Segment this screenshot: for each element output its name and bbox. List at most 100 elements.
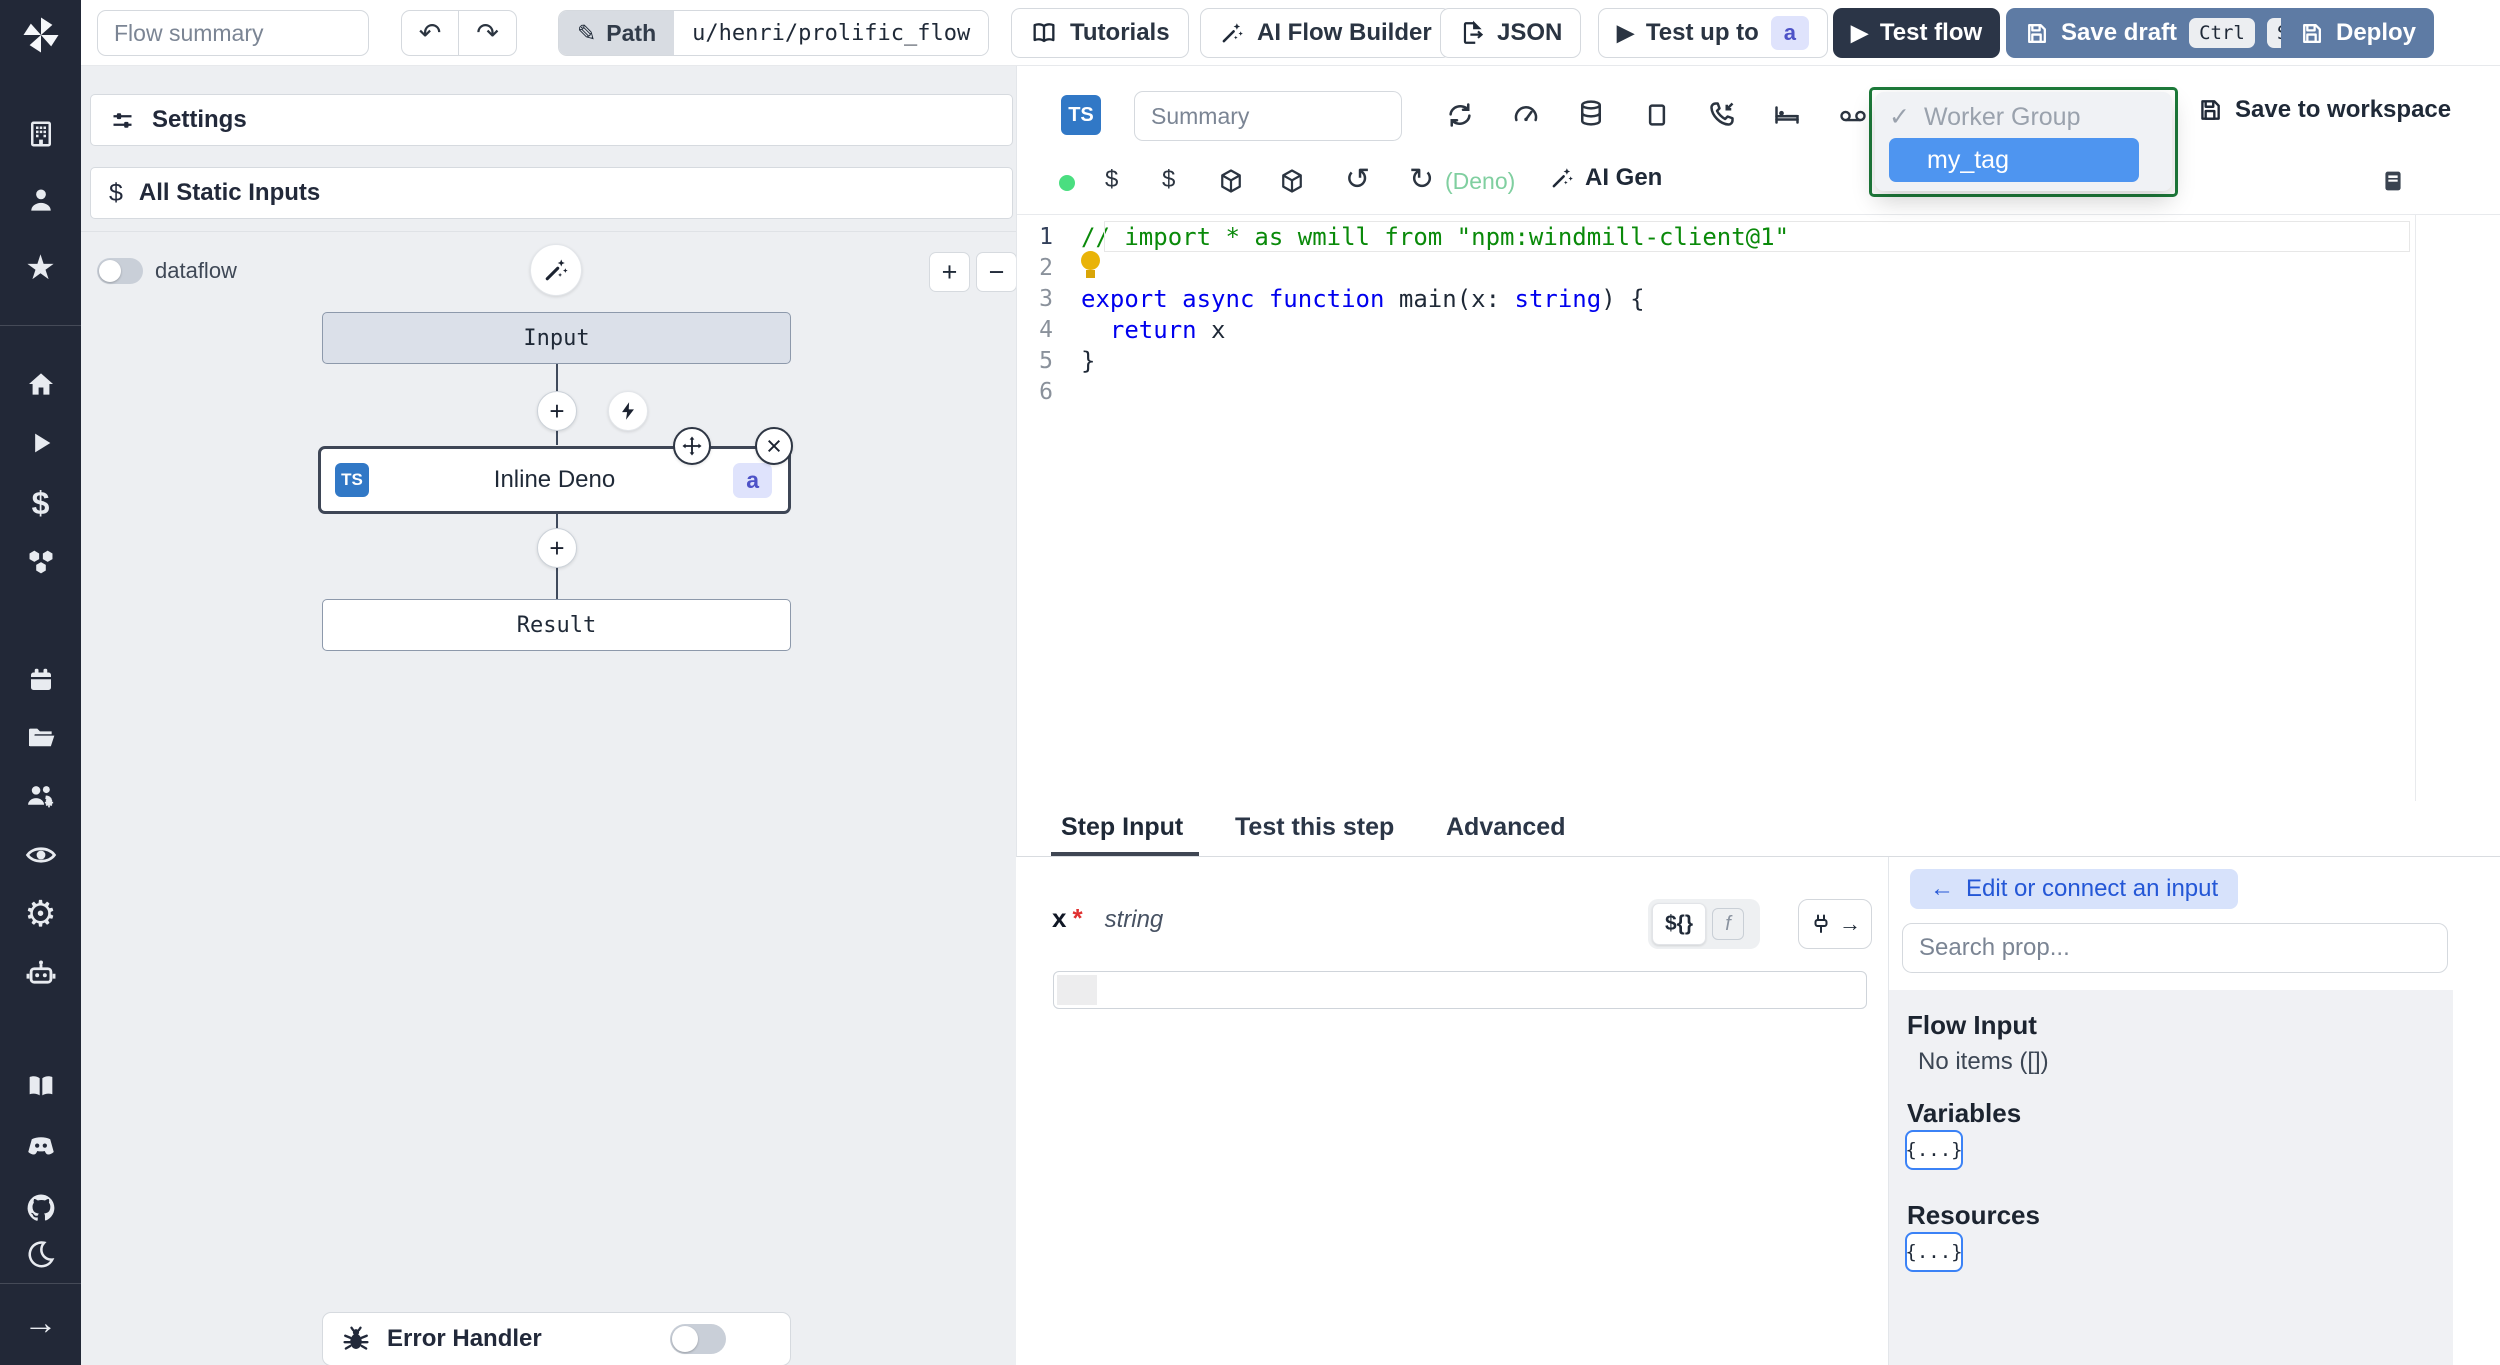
user-icon[interactable] — [0, 172, 81, 228]
tab-step-input[interactable]: Step Input — [1061, 813, 1183, 842]
code-lines[interactable]: 1// import * as wmill from "npm:windmill… — [1017, 221, 2411, 407]
run-status-dot — [1059, 175, 1075, 191]
suspend-phone-icon[interactable] — [1707, 99, 1737, 129]
home-icon[interactable] — [0, 356, 81, 412]
graph-wand-button[interactable] — [530, 244, 582, 296]
dataflow-label: dataflow — [155, 258, 237, 283]
connect-input-panel: ← Edit or connect an input Flow Input No… — [1888, 857, 2500, 1365]
trigger-bolt-button[interactable] — [608, 391, 648, 431]
favorites-star-icon[interactable]: ★ — [0, 240, 81, 296]
path-button[interactable]: ✎ Path — [559, 11, 675, 55]
field-value-input[interactable] — [1053, 971, 1867, 1009]
all-static-inputs-button[interactable]: $ All Static Inputs — [90, 167, 1013, 219]
input-node[interactable]: Input — [322, 312, 791, 364]
ai-gen-button[interactable]: AI Gen — [1549, 164, 1662, 192]
path-value[interactable]: u/henri/prolific_flow — [674, 11, 989, 55]
docs-book-icon[interactable] — [0, 1058, 81, 1114]
fn-mode-button[interactable]: f — [1712, 908, 1744, 940]
edit-or-connect-button[interactable]: ← Edit or connect an input — [1910, 869, 2239, 909]
audit-eye-icon[interactable] — [0, 827, 81, 883]
flow-summary-input[interactable] — [97, 10, 369, 56]
package-icon[interactable] — [1278, 167, 1306, 195]
runs-play-icon[interactable] — [0, 415, 81, 471]
test-flow-button[interactable]: ▶ Test flow — [1833, 8, 2001, 58]
bottom-tabs: Step Input Test this step Advanced — [1016, 801, 2500, 857]
early-stop-gauge-icon[interactable] — [1511, 100, 1541, 130]
deploy-button[interactable]: Deploy — [2281, 8, 2435, 58]
schedules-calendar-icon[interactable] — [0, 652, 81, 708]
folders-icon[interactable] — [0, 710, 81, 766]
redo-button[interactable]: ↷ — [459, 11, 516, 55]
groups-users-gear-icon[interactable] — [0, 768, 81, 824]
props-panel: Flow Input No items ([]) Variables {...}… — [1889, 990, 2453, 1365]
inline-deno-node[interactable]: TS Inline Deno a × — [318, 427, 793, 514]
editor-divider — [1017, 214, 2500, 215]
package-icon[interactable] — [1217, 167, 1245, 195]
mock-square-icon[interactable] — [1642, 100, 1672, 130]
topbar: ↶ ↷ ✎ Path u/henri/prolific_flow Tutoria… — [81, 0, 2500, 66]
workspace-icon[interactable] — [0, 106, 81, 162]
worker-group-option[interactable]: ✓ Worker Group — [1889, 102, 2158, 132]
history-icon[interactable]: ↺ — [1345, 162, 1370, 197]
book-open-icon — [1030, 19, 1058, 47]
worker-group-select[interactable]: ✓ Worker Group my_tag — [1869, 87, 2178, 197]
search-prop-input[interactable] — [1902, 923, 2448, 973]
resources-braces-chip[interactable]: {...} — [1905, 1232, 1963, 1272]
ai-flow-builder-button[interactable]: AI Flow Builder — [1200, 8, 1451, 58]
delete-step-button[interactable]: × — [755, 427, 793, 465]
wand-icon — [1219, 20, 1245, 46]
insert-step-button[interactable]: + — [537, 528, 577, 568]
kbd-ctrl: Ctrl — [2189, 18, 2255, 48]
tab-test-this-step[interactable]: Test this step — [1235, 813, 1394, 842]
error-handler-card[interactable]: Error Handler — [322, 1312, 791, 1365]
sidebar: ★ $ ⚙ → — [0, 0, 81, 1365]
summary-input[interactable] — [1134, 91, 1402, 141]
save-to-workspace-button[interactable]: Save to workspace — [2197, 96, 2451, 124]
sleep-bed-icon[interactable] — [1772, 100, 1802, 130]
flow-settings-button[interactable]: Settings — [90, 94, 1013, 146]
test-up-to-button[interactable]: ▶ Test up to a — [1598, 8, 1829, 58]
zoom-out-button[interactable]: − — [976, 252, 1017, 292]
static-inputs-dollar-icon[interactable]: $ — [1105, 166, 1118, 194]
cache-database-icon[interactable] — [1576, 98, 1606, 128]
tutorials-button[interactable]: Tutorials — [1011, 8, 1189, 58]
shared-dir-voicemail-icon[interactable] — [1838, 104, 1868, 128]
windmill-logo-icon[interactable] — [0, 10, 81, 60]
sidebar-divider — [0, 325, 81, 326]
path-group: ✎ Path u/henri/prolific_flow — [558, 10, 990, 56]
move-step-handle[interactable] — [673, 427, 711, 465]
expr-mode-button[interactable]: ${} — [1652, 903, 1706, 945]
tab-advanced[interactable]: Advanced — [1446, 813, 1565, 842]
error-handler-toggle[interactable] — [670, 1324, 726, 1354]
save-draft-button[interactable]: Save draft Ctrl S — [2006, 8, 2317, 58]
settings-gear-icon[interactable]: ⚙ — [0, 886, 81, 942]
result-node[interactable]: Result — [322, 599, 791, 651]
active-tab-underline — [1051, 852, 1199, 856]
variables-braces-chip[interactable]: {...} — [1905, 1130, 1963, 1170]
selected-tag-option[interactable]: my_tag — [1889, 138, 2139, 182]
collapse-arrow-icon[interactable]: → — [0, 1295, 81, 1351]
resources-heading: Resources — [1907, 1200, 2040, 1230]
retries-repeat-icon[interactable] — [1445, 100, 1475, 130]
refresh-icon[interactable]: ↻ — [1409, 162, 1434, 197]
plug-icon — [1809, 912, 1833, 936]
variables-dollar-icon[interactable]: $ — [0, 475, 81, 531]
resources-cubes-icon[interactable] — [0, 534, 81, 590]
insert-step-button[interactable]: + — [537, 391, 577, 431]
variables-dollar-icon[interactable]: $ — [1162, 166, 1175, 194]
play-icon: ▶ — [1617, 20, 1634, 45]
connect-input-button[interactable]: → — [1798, 899, 1872, 949]
lightbulb-icon[interactable] — [1081, 251, 1100, 278]
dataflow-toggle[interactable] — [97, 258, 143, 284]
panel-divider — [81, 231, 1016, 232]
zoom-in-button[interactable]: + — [929, 252, 970, 292]
editor-right-divider — [2415, 214, 2416, 801]
field-type: string — [1104, 906, 1164, 933]
discord-icon[interactable] — [0, 1119, 81, 1175]
undo-button[interactable]: ↶ — [402, 11, 460, 55]
ai-robot-icon[interactable] — [0, 945, 81, 1001]
dark-mode-moon-icon[interactable] — [0, 1226, 81, 1282]
json-button[interactable]: JSON — [1440, 8, 1582, 58]
library-book-icon[interactable] — [2379, 166, 2407, 196]
flow-input-heading: Flow Input — [1907, 1010, 2037, 1040]
